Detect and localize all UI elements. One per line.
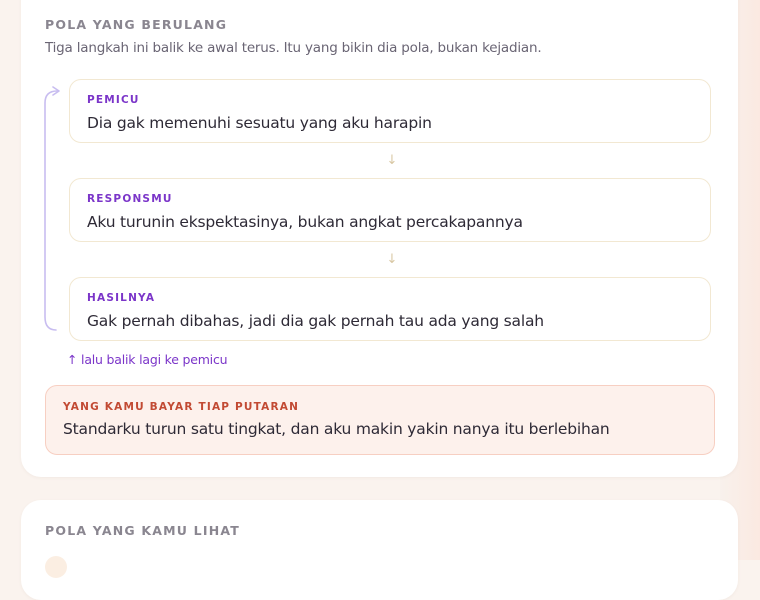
step-text: Dia gak memenuhi sesuatu yang aku harapi… — [87, 114, 432, 132]
step-tag: RESPONSMU — [87, 193, 173, 205]
recurring-pattern-card: POLA YANG BERULANG Tiga langkah ini bali… — [21, 0, 738, 477]
step-text: Gak pernah dibahas, jadi dia gak pernah … — [87, 312, 544, 330]
seen-pattern-card: POLA YANG KAMU LIHAT — [21, 500, 738, 600]
section-subtitle: Tiga langkah ini balik ke awal terus. It… — [45, 40, 542, 56]
step-tag: PEMICU — [87, 94, 140, 106]
loop-back-arrow-icon — [44, 86, 60, 331]
loop-back-note: ↑ lalu balik lagi ke pemicu — [67, 352, 228, 367]
arrow-down-icon: ↓ — [386, 153, 398, 168]
step-trigger: PEMICU Dia gak memenuhi sesuatu yang aku… — [69, 79, 711, 143]
step-result: HASILNYA Gak pernah dibahas, jadi dia ga… — [69, 277, 711, 341]
step-tag: HASILNYA — [87, 292, 156, 304]
arrow-down-icon: ↓ — [386, 252, 398, 267]
step-text: Aku turunin ekspektasinya, bukan angkat … — [87, 213, 523, 231]
option-marker-icon[interactable] — [45, 556, 67, 578]
section-title: POLA YANG BERULANG — [45, 17, 228, 32]
cost-text: Standarku turun satu tingkat, dan aku ma… — [63, 420, 610, 438]
section-title: POLA YANG KAMU LIHAT — [45, 523, 240, 538]
cost-per-cycle-box: YANG KAMU BAYAR TIAP PUTARAN Standarku t… — [45, 385, 715, 455]
cost-tag: YANG KAMU BAYAR TIAP PUTARAN — [63, 401, 300, 413]
step-response: RESPONSMU Aku turunin ekspektasinya, buk… — [69, 178, 711, 242]
